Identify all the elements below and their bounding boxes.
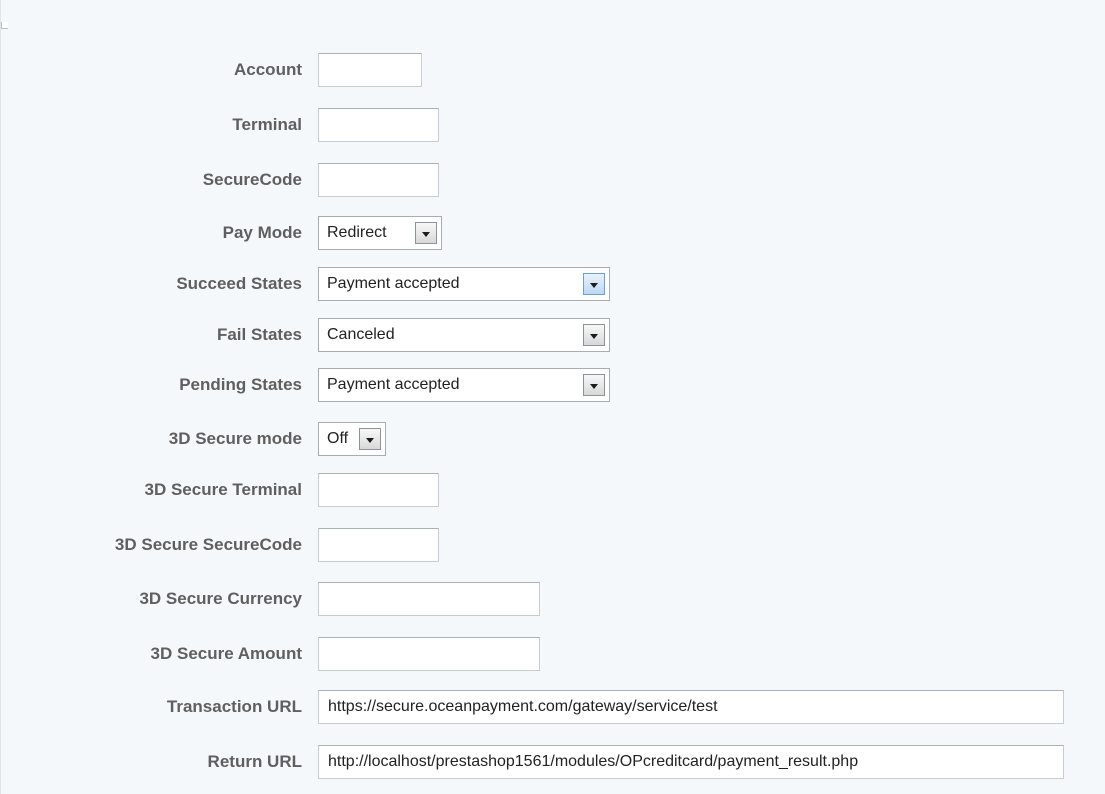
settings-panel: Account Terminal SecureCode Pay Mode Red… <box>0 0 1105 794</box>
secure3d-terminal-row: 3D Secure Terminal <box>1 473 1105 507</box>
panel-corner-mark <box>1 22 8 29</box>
pay-mode-row: Pay Mode Redirect <box>1 216 1105 250</box>
succeed-states-row: Succeed States Payment accepted <box>1 267 1105 301</box>
return-url-input[interactable]: http://localhost/prestashop1561/modules/… <box>318 745 1064 779</box>
chevron-down-icon[interactable] <box>583 374 605 396</box>
account-row: Account <box>1 53 1105 87</box>
pay-mode-value: Redirect <box>327 224 387 241</box>
pay-mode-select[interactable]: Redirect <box>318 216 442 250</box>
secure3d-mode-row: 3D Secure mode Off <box>1 422 1105 456</box>
pay-mode-label: Pay Mode <box>222 223 302 242</box>
account-input[interactable] <box>318 53 422 87</box>
pending-states-row: Pending States Payment accepted <box>1 368 1105 402</box>
transaction-url-row: Transaction URL https://secure.oceanpaym… <box>1 690 1105 724</box>
secure3d-amount-label: 3D Secure Amount <box>150 644 302 663</box>
terminal-row: Terminal <box>1 108 1105 142</box>
transaction-url-input[interactable]: https://secure.oceanpayment.com/gateway/… <box>318 690 1064 724</box>
chevron-down-icon[interactable] <box>583 324 605 346</box>
return-url-row: Return URL http://localhost/prestashop15… <box>1 745 1105 779</box>
succeed-states-label: Succeed States <box>176 274 302 293</box>
secure3d-securecode-row: 3D Secure SecureCode <box>1 528 1105 562</box>
chevron-down-icon[interactable] <box>583 273 605 295</box>
pending-states-value: Payment accepted <box>327 376 460 393</box>
secure3d-securecode-input[interactable] <box>318 528 439 562</box>
fail-states-value: Canceled <box>327 326 395 343</box>
secure3d-terminal-input[interactable] <box>318 473 439 507</box>
chevron-down-icon[interactable] <box>415 222 437 244</box>
secure3d-mode-select[interactable]: Off <box>318 422 386 456</box>
secure3d-amount-row: 3D Secure Amount <box>1 637 1105 671</box>
securecode-row: SecureCode <box>1 163 1105 197</box>
terminal-input[interactable] <box>318 108 439 142</box>
pending-states-label: Pending States <box>179 375 302 394</box>
fail-states-label: Fail States <box>216 325 302 344</box>
succeed-states-value: Payment accepted <box>327 275 460 292</box>
fail-states-select[interactable]: Canceled <box>318 318 610 352</box>
terminal-label: Terminal <box>232 115 302 134</box>
secure3d-amount-input[interactable] <box>318 637 540 671</box>
secure3d-mode-value: Off <box>327 430 349 447</box>
secure3d-currency-input[interactable] <box>318 582 540 616</box>
fail-states-row: Fail States Canceled <box>1 318 1105 352</box>
return-url-label: Return URL <box>207 752 302 771</box>
securecode-label: SecureCode <box>202 170 302 189</box>
secure3d-terminal-label: 3D Secure Terminal <box>144 480 302 499</box>
chevron-down-icon[interactable] <box>359 428 381 450</box>
account-label: Account <box>234 60 302 79</box>
secure3d-securecode-label: 3D Secure SecureCode <box>114 535 302 554</box>
secure3d-currency-row: 3D Secure Currency <box>1 582 1105 616</box>
secure3d-mode-label: 3D Secure mode <box>168 429 302 448</box>
secure3d-currency-label: 3D Secure Currency <box>139 589 302 608</box>
pending-states-select[interactable]: Payment accepted <box>318 368 610 402</box>
transaction-url-label: Transaction URL <box>166 697 302 716</box>
securecode-input[interactable] <box>318 163 439 197</box>
succeed-states-select[interactable]: Payment accepted <box>318 267 610 301</box>
